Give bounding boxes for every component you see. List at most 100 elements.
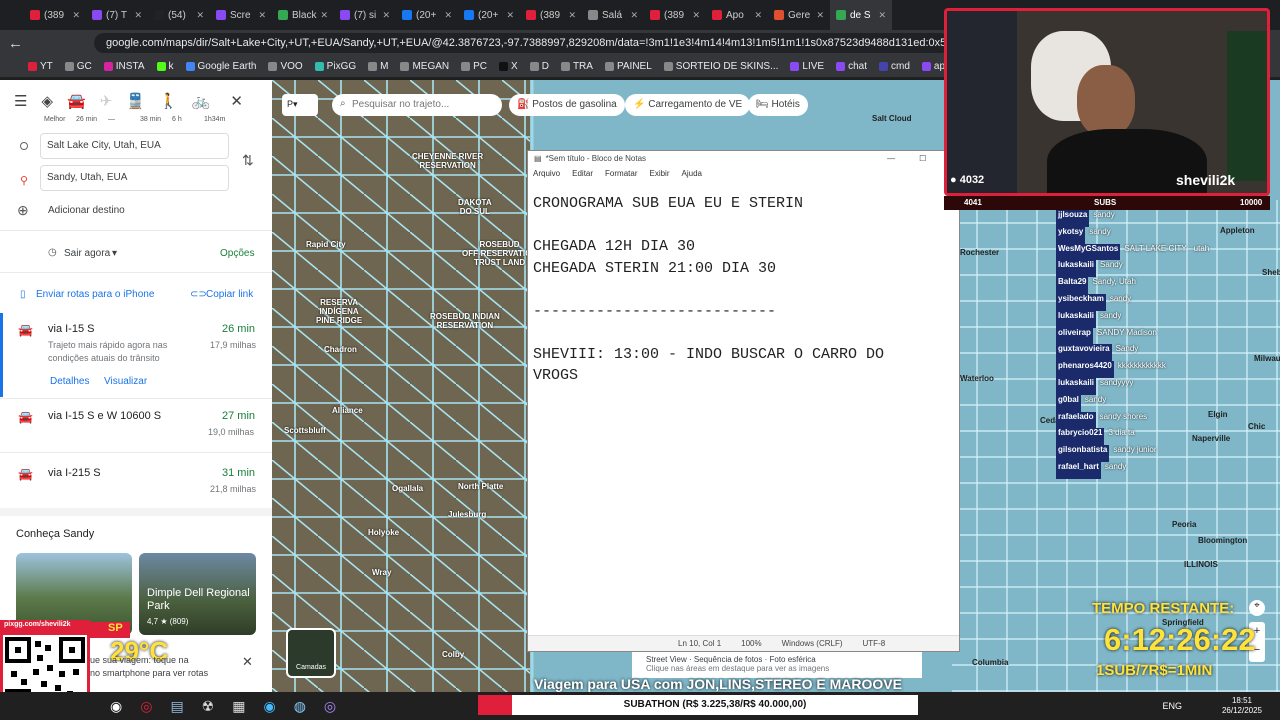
close-icon[interactable]: ✕ — [320, 10, 328, 21]
map-place-label[interactable]: Julesburg — [448, 510, 486, 519]
app-icon[interactable]: ◎ — [324, 698, 336, 715]
bookmark-item[interactable]: M — [368, 61, 388, 72]
map-place-label[interactable]: Chadron — [324, 345, 357, 354]
close-icon[interactable]: ✕ — [878, 10, 886, 21]
notepad-window[interactable]: ▤ *Sem título - Bloco de Notas — ☐ ✕ Arq… — [527, 150, 960, 652]
map-type-button[interactable]: P▾ — [282, 94, 318, 116]
bookmark-item[interactable]: VOO — [268, 61, 303, 72]
map-place-label[interactable]: ROSEBUD INDIAN RESERVATION — [430, 312, 500, 330]
best-mode-icon[interactable]: ◈ — [41, 92, 53, 110]
map-place-label[interactable]: North Platte — [458, 482, 503, 491]
route-name[interactable]: via I-215 S — [48, 467, 101, 479]
destination-input[interactable]: Sandy, Utah, EUA — [40, 165, 229, 191]
car-mode-icon[interactable]: 🚘 — [67, 92, 86, 110]
map-place-label[interactable]: Columbia — [972, 658, 1008, 667]
bookmark-item[interactable]: Google Earth — [185, 61, 256, 72]
bookmark-item[interactable]: cmd — [879, 61, 910, 72]
map-place-label[interactable]: Waterloo — [960, 374, 994, 383]
maximize-icon[interactable]: ☐ — [919, 154, 926, 164]
photo-sequence-link[interactable]: Sequência de fotos — [694, 655, 763, 664]
close-icon[interactable]: ✕ — [230, 92, 243, 110]
close-icon[interactable]: ✕ — [134, 10, 142, 21]
map-place-label[interactable]: Wray — [372, 568, 391, 577]
close-icon[interactable]: ✕ — [630, 10, 638, 21]
map-place-label[interactable]: Ogallala — [392, 484, 423, 493]
close-icon[interactable]: ✕ — [754, 10, 762, 21]
add-destination-link[interactable]: Adicionar destino — [48, 205, 125, 216]
bookmark-item[interactable]: PAINEL — [604, 61, 652, 72]
bookmark-item[interactable]: YT — [28, 61, 53, 72]
browser-tab[interactable]: (7) si ✕ — [334, 0, 396, 30]
notepad-text-area[interactable]: CRONOGRAMA SUB EUA EU E STERIN CHEGADA 1… — [528, 181, 938, 387]
flight-mode-icon[interactable]: ✈ — [100, 92, 113, 110]
leave-now-dropdown[interactable]: Sair agora — [64, 248, 110, 259]
route-name[interactable]: via I-15 S — [48, 323, 94, 335]
chip-ev-charging[interactable]: ⚡ Carregamento de VE — [625, 94, 751, 116]
browser-tab[interactable]: Black ✕ — [272, 0, 334, 30]
chip-hotels[interactable]: 🛏 Hotéis — [748, 94, 808, 116]
park-card[interactable]: Dimple Dell Regional Park 4,7 ★ (809) — [139, 553, 256, 635]
bookmark-item[interactable]: MEGAN — [400, 61, 449, 72]
map-place-label[interactable]: Rapid City — [306, 240, 346, 249]
close-icon[interactable]: ✕ — [242, 654, 253, 670]
options-button[interactable]: Opções — [220, 248, 254, 259]
bookmark-item[interactable]: TRA — [560, 61, 593, 72]
bookmark-item[interactable]: X — [499, 61, 518, 72]
close-icon[interactable]: ✕ — [692, 10, 700, 21]
map-place-label[interactable]: Rochester — [960, 248, 999, 257]
minimize-icon[interactable]: — — [887, 154, 895, 164]
close-icon[interactable]: ✕ — [72, 10, 80, 21]
bookmark-item[interactable]: LIVE — [790, 61, 824, 72]
close-icon[interactable]: ✕ — [196, 10, 204, 21]
browser-tab[interactable]: Apo ✕ — [706, 0, 768, 30]
browser-tab[interactable]: (20+ ✕ — [396, 0, 458, 30]
bookmark-item[interactable]: D — [529, 61, 549, 72]
notepad-menu-item[interactable]: Ajuda — [682, 169, 702, 179]
map-place-label[interactable]: Holyoke — [368, 528, 399, 537]
app-icon[interactable]: ◎ — [140, 698, 152, 715]
street-view-link[interactable]: Street View — [646, 655, 687, 664]
close-icon[interactable]: ✕ — [506, 10, 514, 21]
map-place-label[interactable]: DAKOTA DO SUL — [458, 198, 492, 216]
steam-icon[interactable]: ◍ — [294, 698, 306, 715]
map-place-label[interactable]: Salt Cloud — [872, 114, 912, 123]
map-place-label[interactable]: ILLINOIS — [1184, 560, 1218, 569]
map-place-label[interactable]: Colby — [442, 650, 464, 659]
map-place-label[interactable]: Milwaukee — [1254, 354, 1280, 363]
chevron-down-icon[interactable]: ▾ — [112, 248, 117, 259]
origin-input[interactable]: Salt Lake City, Utah, EUA — [40, 133, 229, 159]
system-clock[interactable]: 18:51 26/12/2025 — [1222, 696, 1262, 716]
browser-tab[interactable]: (7) T ✕ — [86, 0, 148, 30]
app-icon[interactable]: ◉ — [263, 698, 275, 715]
close-icon[interactable]: ✕ — [444, 10, 452, 21]
chrome-icon[interactable]: ◉ — [110, 698, 122, 715]
walk-mode-icon[interactable]: 🚶 — [159, 92, 178, 110]
browser-tab[interactable]: (389 ✕ — [24, 0, 86, 30]
notepad-taskbar-icon[interactable]: ▤ — [170, 698, 183, 715]
map-place-label[interactable]: CHEYENNE RIVER RESERVATION — [412, 152, 483, 170]
bookmark-item[interactable]: INSTA — [103, 61, 145, 72]
copy-link[interactable]: Copiar link — [206, 289, 253, 300]
chip-gas-stations[interactable]: ⛽ Postos de gasolina — [509, 94, 625, 116]
map-search-input[interactable]: Pesquisar no trajeto... — [332, 94, 502, 116]
bike-mode-icon[interactable]: 🚲 — [192, 92, 211, 110]
browser-tab[interactable]: de S ✕ — [830, 0, 892, 30]
browser-tab[interactable]: (54) ✕ — [148, 0, 210, 30]
close-icon[interactable]: ✕ — [258, 10, 266, 21]
map-place-label[interactable]: RESERVA INDÍGENA PINE RIDGE — [316, 298, 362, 325]
swap-icon[interactable]: ⇅ — [242, 152, 254, 169]
bookmark-item[interactable]: k — [156, 61, 174, 72]
close-icon[interactable]: ✕ — [816, 10, 824, 21]
browser-tab[interactable]: (20+ ✕ — [458, 0, 520, 30]
menu-icon[interactable]: ☰ — [14, 92, 27, 110]
back-arrow-icon[interactable]: ← — [8, 35, 28, 52]
notepad-menu-item[interactable]: Exibir — [649, 169, 669, 179]
notepad-menu-item[interactable]: Editar — [572, 169, 593, 179]
details-button[interactable]: Detalhes — [50, 376, 89, 387]
spherical-photo-link[interactable]: Foto esférica — [769, 655, 815, 664]
locate-icon[interactable]: ⌖ — [1249, 600, 1265, 616]
route-name[interactable]: via I-15 S e W 10600 S — [48, 410, 161, 422]
transit-mode-icon[interactable]: 🚆 — [126, 92, 145, 110]
app-icon[interactable]: ▦ — [232, 698, 245, 715]
bookmark-item[interactable]: chat — [836, 61, 867, 72]
